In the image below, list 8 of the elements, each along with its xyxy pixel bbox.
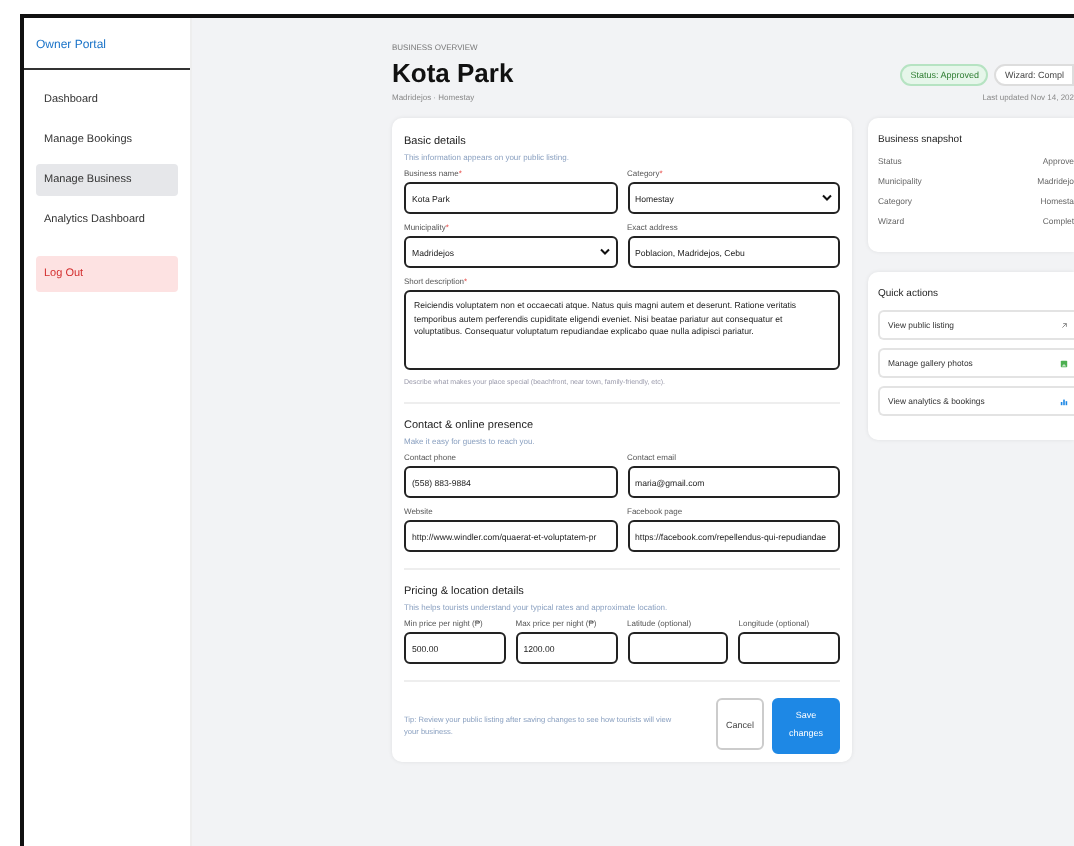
external-link-icon xyxy=(1060,321,1068,329)
input-field[interactable] xyxy=(738,632,840,664)
image-icon xyxy=(1060,359,1068,367)
bar-chart-icon xyxy=(1060,397,1068,405)
page-title: Kota Park xyxy=(392,58,514,88)
chevron-down-icon xyxy=(599,248,609,256)
input-field[interactable] xyxy=(627,632,729,664)
chevron-down-icon xyxy=(822,194,832,202)
